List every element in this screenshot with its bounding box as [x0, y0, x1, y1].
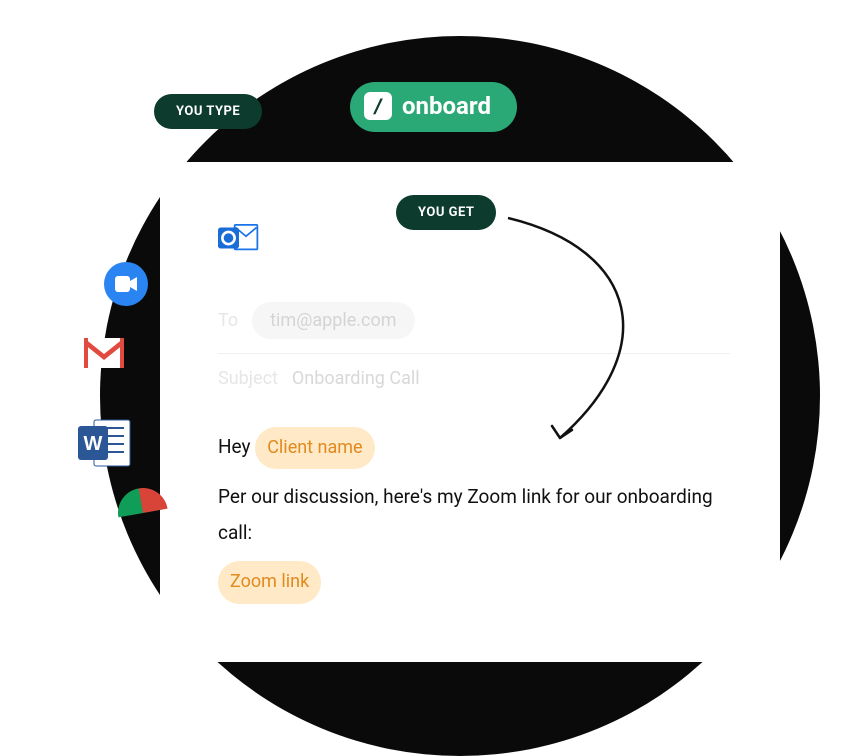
- word-icon: W: [78, 418, 132, 468]
- google-camera-icon: [104, 262, 148, 306]
- to-label: To: [218, 310, 238, 331]
- body-line-2: Per our discussion, here's my Zoom link …: [218, 479, 730, 551]
- zoom-link-variable[interactable]: Zoom link: [218, 561, 321, 603]
- you-type-badge: YOU TYPE: [154, 94, 262, 129]
- subject-label: Subject: [218, 368, 278, 389]
- email-compose-card: To tim@apple.com Subject Onboarding Call…: [160, 162, 780, 662]
- to-field-row[interactable]: To tim@apple.com: [218, 288, 730, 354]
- onboard-text: onboard: [402, 92, 491, 120]
- client-name-variable[interactable]: Client name: [255, 427, 374, 469]
- subject-value[interactable]: Onboarding Call: [292, 368, 420, 389]
- slash-icon: /: [364, 92, 392, 120]
- onboard-snippet-pill[interactable]: / onboard: [350, 82, 517, 132]
- to-recipient-chip[interactable]: tim@apple.com: [252, 302, 414, 339]
- svg-text:W: W: [84, 433, 103, 455]
- email-body[interactable]: Hey Client name Per our discussion, here…: [218, 427, 730, 604]
- outlook-icon: [218, 220, 260, 256]
- you-get-badge: YOU GET: [396, 195, 496, 230]
- subject-field-row[interactable]: Subject Onboarding Call: [218, 354, 730, 403]
- gmail-icon: [84, 338, 124, 368]
- body-hey: Hey: [218, 435, 251, 458]
